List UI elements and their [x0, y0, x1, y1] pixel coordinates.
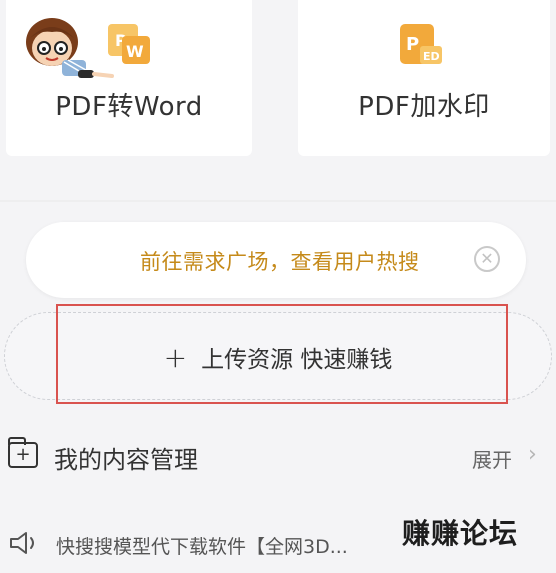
expand-button[interactable]: 展开 — [472, 444, 512, 473]
upload-label: 上传资源 快速赚钱 — [201, 347, 393, 373]
mascot-illustration — [26, 18, 114, 78]
tool-card-pdf-watermark[interactable]: P ED PDF加水印 — [298, 0, 550, 156]
pdf-watermark-icon: P ED — [400, 24, 442, 64]
chevron-right-icon[interactable]: › — [528, 442, 537, 467]
my-content-title: 我的内容管理 — [54, 446, 198, 474]
upload-button[interactable]: + 上传资源 快速赚钱 — [0, 340, 556, 374]
promo-banner[interactable]: 前往需求广场，查看用户热搜 ✕ — [26, 222, 526, 298]
my-content-row[interactable]: + 我的内容管理 展开 › — [0, 428, 556, 484]
section-divider — [0, 200, 556, 202]
watermark-text: 赚赚论坛 — [402, 517, 519, 550]
speaker-icon — [10, 532, 34, 554]
svg-text:W: W — [126, 42, 144, 61]
close-icon[interactable]: ✕ — [474, 246, 500, 272]
plus-icon: + — [163, 341, 188, 374]
svg-text:P: P — [406, 34, 419, 55]
notice-text[interactable]: 快搜搜模型代下载软件【全网3D... — [56, 532, 348, 559]
svg-text:ED: ED — [423, 50, 440, 63]
page: { "tools": [ {"label": "PDF转Word", "icon… — [0, 0, 556, 573]
folder-add-icon: + — [8, 437, 38, 468]
tool-label: PDF加水印 — [358, 92, 490, 122]
promo-text[interactable]: 前往需求广场，查看用户热搜 — [140, 246, 420, 276]
